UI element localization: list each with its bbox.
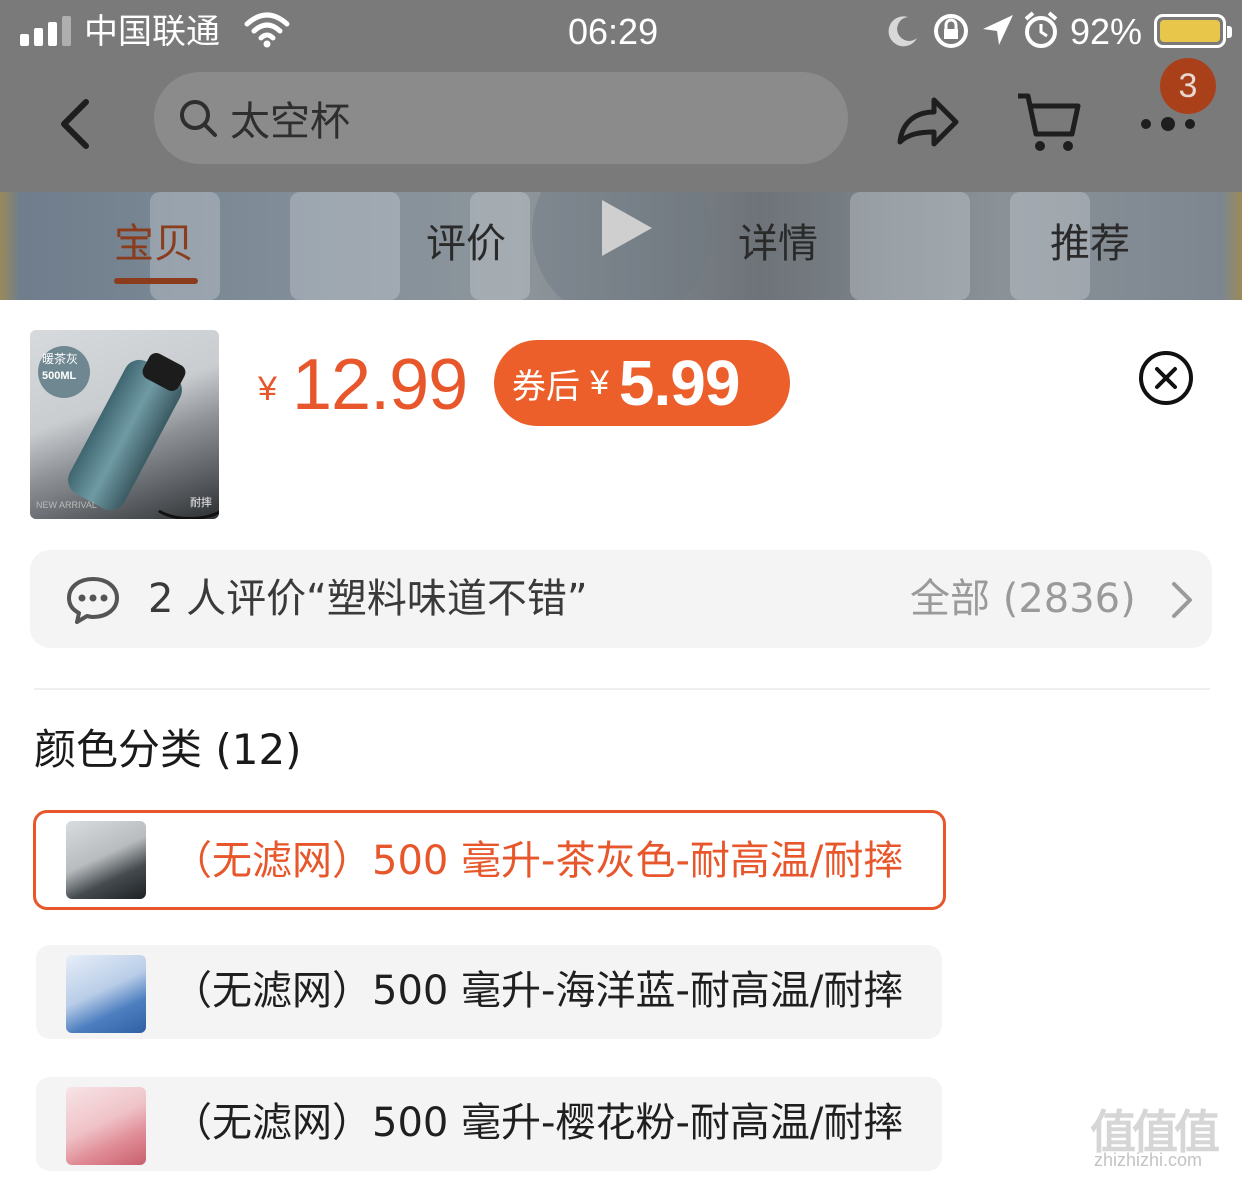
signal-icon — [20, 14, 71, 46]
divider — [34, 688, 1210, 690]
color-option-pink[interactable]: （无滤网）500 毫升-樱花粉-耐高温/耐摔 — [36, 1077, 942, 1171]
chevron-right-icon — [1172, 582, 1192, 618]
price-currency: ¥ — [258, 370, 277, 408]
review-summary-text: 2 人评价“塑料味道不错” — [148, 576, 588, 622]
product-sku-screen: 中国联通 06:29 92% 太空杯 3 宝贝 评价 详情 推荐 暖茶灰 500… — [0, 0, 1242, 1178]
carrier-label: 中国联通 — [84, 12, 220, 52]
wifi-icon — [244, 12, 290, 48]
product-thumbnail[interactable]: 暖茶灰 500ML 耐摔 NEW ARRIVAL — [30, 330, 219, 519]
option-label: （无滤网）500 毫升-茶灰色-耐高温/耐摔 — [172, 838, 904, 884]
tab-recommend[interactable]: 推荐 — [1050, 216, 1130, 272]
cart-badge: 3 — [1160, 58, 1216, 114]
review-summary-bar[interactable]: 2 人评价“塑料味道不错” 全部 (2836) — [30, 550, 1212, 648]
rotation-lock-icon — [934, 14, 968, 48]
price-value: 12.99 — [292, 345, 468, 425]
option-thumbnail — [66, 1087, 146, 1165]
coupon-currency: ¥ — [590, 363, 609, 402]
option-label: （无滤网）500 毫升-海洋蓝-耐高温/耐摔 — [172, 968, 904, 1014]
color-option-gray[interactable]: （无滤网）500 毫升-茶灰色-耐高温/耐摔 — [33, 810, 946, 910]
search-box[interactable] — [154, 72, 848, 164]
chat-icon — [67, 577, 119, 624]
thumb-corner-text: NEW ARRIVAL — [36, 500, 97, 510]
search-input[interactable] — [230, 95, 730, 141]
option-label: （无滤网）500 毫升-樱花粉-耐高温/耐摔 — [172, 1100, 904, 1146]
share-icon[interactable] — [894, 90, 960, 156]
location-icon — [983, 15, 1013, 45]
back-icon[interactable] — [50, 92, 102, 156]
search-icon — [180, 100, 217, 137]
thumb-tag-volume: 500ML — [42, 370, 77, 382]
tab-reviews[interactable]: 评价 — [426, 216, 506, 272]
close-icon[interactable] — [1138, 350, 1194, 406]
status-bar: 中国联通 06:29 92% — [0, 0, 1242, 64]
watermark-url: zhizhizhi.com — [1094, 1150, 1203, 1170]
moon-icon — [888, 16, 917, 47]
tab-baobei[interactable]: 宝贝 — [114, 216, 194, 272]
active-tab-indicator — [114, 278, 198, 284]
battery-icon — [1154, 14, 1232, 48]
tab-bar: 宝贝 评价 详情 推荐 — [0, 192, 1242, 300]
alarm-icon — [1024, 11, 1058, 48]
play-icon[interactable] — [530, 192, 714, 300]
tab-details[interactable]: 详情 — [738, 216, 818, 272]
nav-bar: 3 — [0, 58, 1242, 192]
thumb-note: 耐摔 — [190, 496, 212, 509]
color-option-blue[interactable]: （无滤网）500 毫升-海洋蓝-耐高温/耐摔 — [36, 945, 942, 1039]
clock-time: 06:29 — [568, 11, 659, 52]
battery-percent: 92% — [1070, 11, 1143, 52]
option-thumbnail — [66, 955, 146, 1033]
review-all-count[interactable]: 全部 (2836) — [910, 572, 1136, 626]
cart-icon[interactable] — [1014, 88, 1082, 156]
more-icon[interactable] — [1138, 114, 1198, 134]
color-section-title: 颜色分类 (12) — [34, 725, 302, 774]
thumb-tag-color: 暖茶灰 — [42, 352, 79, 366]
coupon-price-badge: 券后 ¥ 5.99 — [494, 340, 790, 426]
coupon-price: 5.99 — [618, 347, 741, 419]
coupon-label: 券后 — [512, 366, 580, 407]
sku-sheet: 暖茶灰 500ML 耐摔 NEW ARRIVAL ¥ 12.99 券后 ¥ 5.… — [0, 300, 1242, 1178]
option-thumbnail — [66, 821, 146, 899]
